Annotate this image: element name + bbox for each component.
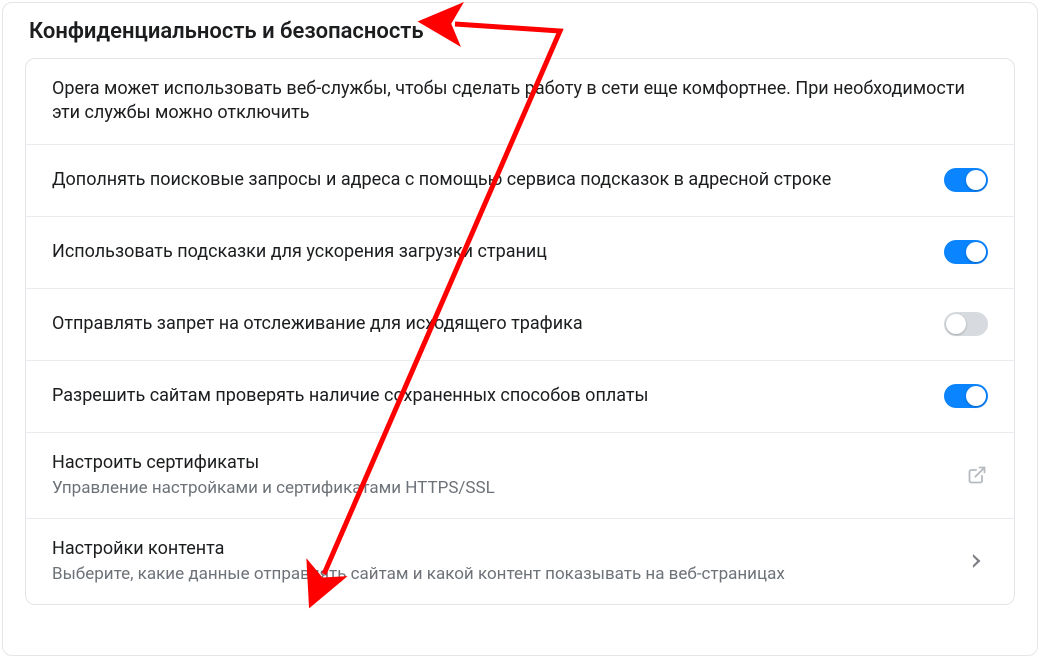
intro-text: Opera может использовать веб-службы, что… <box>52 77 968 126</box>
toggle-do-not-track[interactable] <box>944 312 988 336</box>
toggle-prefetch[interactable] <box>944 240 988 264</box>
row-title: Дополнять поисковые запросы и адреса с п… <box>52 168 924 192</box>
row-subtitle: Управление настройками и сертификатами H… <box>52 477 946 500</box>
row-title: Настроить сертификаты <box>52 451 946 475</box>
section-header: Конфиденциальность и безопасность <box>3 3 1037 58</box>
row-title: Настройки контента <box>52 537 946 561</box>
row-manage-certificates[interactable]: Настроить сертификаты Управление настрой… <box>26 432 1014 518</box>
row-subtitle: Выберите, какие данные отправлять сайтам… <box>52 563 946 586</box>
settings-panel: Opera может использовать веб-службы, что… <box>25 58 1015 605</box>
row-title: Отправлять запрет на отслеживание для ис… <box>52 312 924 336</box>
section-title: Конфиденциальность и безопасность <box>29 19 1011 44</box>
external-link-icon <box>966 464 988 486</box>
row-title: Разрешить сайтам проверять наличие сохра… <box>52 384 924 408</box>
chevron-right-icon <box>966 550 988 572</box>
row-payment-methods: Разрешить сайтам проверять наличие сохра… <box>26 360 1014 432</box>
row-content-settings[interactable]: Настройки контента Выберите, какие данны… <box>26 518 1014 604</box>
toggle-autocomplete[interactable] <box>944 168 988 192</box>
intro-row: Opera может использовать веб-службы, что… <box>26 59 1014 144</box>
settings-privacy-section: Конфиденциальность и безопасность Opera … <box>2 2 1038 656</box>
row-prefetch: Использовать подсказки для ускорения заг… <box>26 216 1014 288</box>
row-do-not-track: Отправлять запрет на отслеживание для ис… <box>26 288 1014 360</box>
toggle-payment-methods[interactable] <box>944 384 988 408</box>
row-title: Использовать подсказки для ускорения заг… <box>52 240 924 264</box>
row-autocomplete: Дополнять поисковые запросы и адреса с п… <box>26 144 1014 216</box>
